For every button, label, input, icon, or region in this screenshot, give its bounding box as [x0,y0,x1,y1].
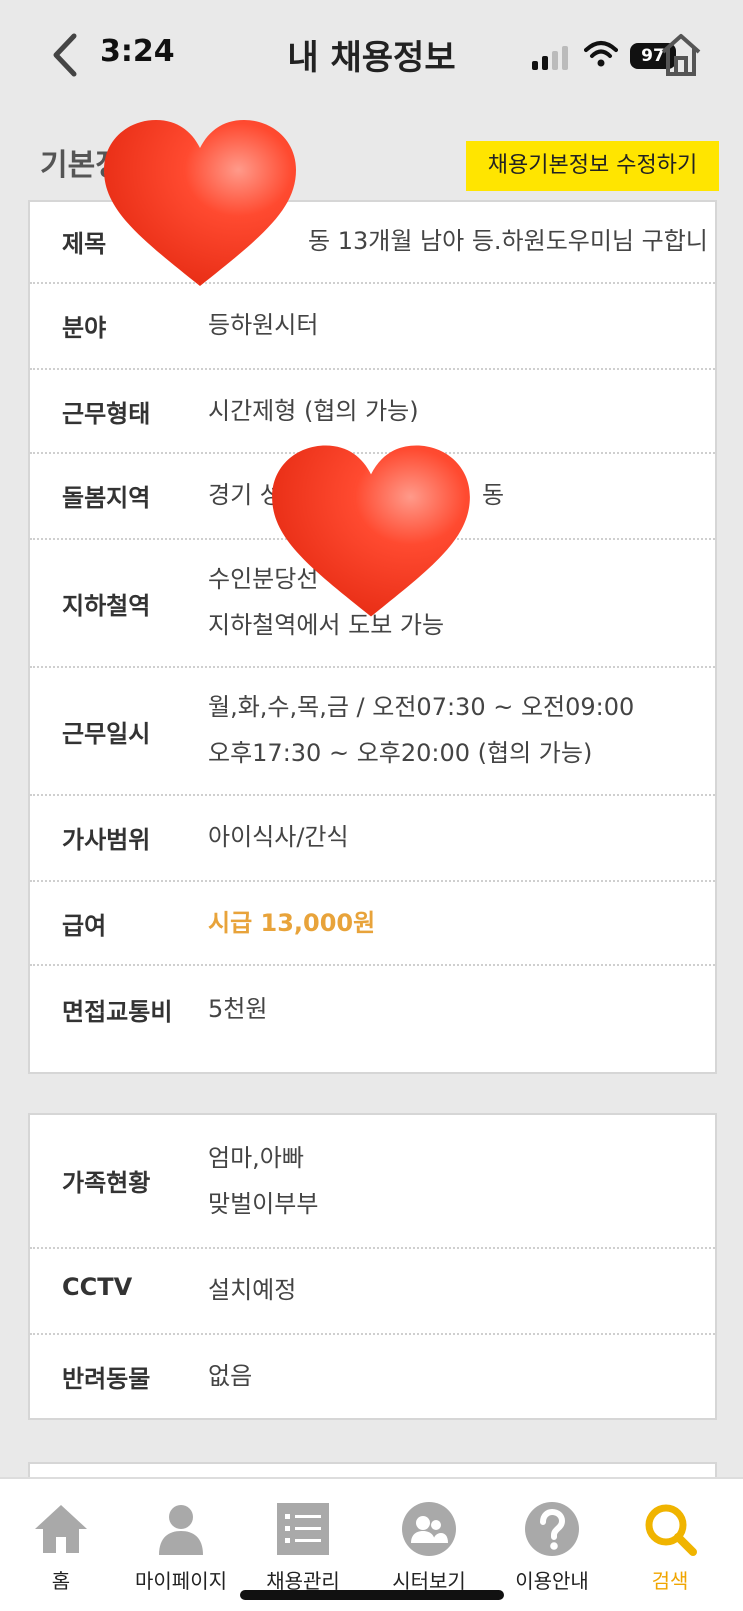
row-label: 근무일시 [62,720,151,748]
family-info-card: 가족현황 엄마,아빠 맞벌이부부 CCTV 설치예정 반려동물 없음 [28,1113,717,1420]
row-label: 돌봄지역 [62,484,151,512]
search-icon [645,1504,697,1556]
salary-value: 시급 13,000원 [208,909,376,937]
person-icon [159,1505,203,1555]
home-icon [35,1505,87,1553]
tab-label: 마이페이지 [135,1569,227,1593]
row-label: 반려동물 [62,1365,151,1393]
row-label: 가족현황 [62,1169,151,1197]
tab-recruit-manage[interactable]: 채용관리 [243,1501,363,1601]
row-label: CCTV [62,1273,133,1301]
row-label: 지하철역 [62,592,151,620]
row-value-line2: 맞벌이부부 [208,1190,319,1218]
row-value-line2: 오후17:30 ~ 오후20:00 (협의 가능) [208,739,593,767]
tab-home[interactable]: 홈 [1,1501,121,1601]
basic-info-card: 제목 동 13개월 남아 등.하원도우미님 구합니다 분야 등하원시터 근무형태… [28,200,717,1074]
row-value: 설치예정 [208,1276,297,1304]
home-indicator [240,1590,504,1600]
tab-label: 홈 [51,1569,71,1593]
signal-icon [532,46,568,70]
row-label: 면접교통비 [62,998,173,1026]
wifi-icon [584,41,618,67]
row-label: 근무형태 [62,400,151,428]
row-value: 시간제형 (협의 가능) [208,397,419,425]
home-icon[interactable] [660,30,702,78]
info-row-housework: 가사범위 아이식사/간식 [30,796,715,882]
info-row-pets: 반려동물 없음 [30,1335,715,1419]
row-value-tail: 동 [482,481,505,509]
row-value: 없음 [208,1362,253,1390]
header-bar: 3:24 내 채용정보 97 [0,0,743,110]
row-value: 등하원시터 [208,311,319,339]
list-icon [277,1503,329,1555]
row-value-line1: 엄마,아빠 [208,1144,304,1172]
heart-sticker [104,120,296,286]
heart-sticker [272,445,470,617]
row-value: 동 13개월 남아 등.하원도우미님 구합니다 [308,227,705,255]
info-row-cctv: CCTV 설치예정 [30,1249,715,1335]
tab-mypage[interactable]: 마이페이지 [121,1501,241,1601]
tab-label: 이용안내 [515,1569,589,1593]
tab-label: 검색 [651,1569,689,1593]
info-row-interview-fee: 면접교통비 5천원 [30,966,715,1072]
row-value-line1: 월,화,수,목,금 / 오전07:30 ~ 오전09:00 [208,693,635,721]
info-row-field: 분야 등하원시터 [30,284,715,370]
row-label: 가사범위 [62,826,151,854]
row-label: 급여 [62,912,107,940]
edit-basic-info-button[interactable]: 채용기본정보 수정하기 [466,141,719,191]
info-row-family: 가족현황 엄마,아빠 맞벌이부부 [30,1115,715,1249]
row-label: 분야 [62,314,107,342]
question-icon [525,1502,579,1556]
row-value: 아이식사/간식 [208,823,349,851]
row-value: 5천원 [208,995,268,1023]
info-row-schedule: 근무일시 월,화,수,목,금 / 오전07:30 ~ 오전09:00 오후17:… [30,668,715,796]
people-icon [402,1502,456,1556]
tab-search[interactable]: 검색 [610,1501,730,1601]
tab-sitters[interactable]: 시터보기 [369,1501,489,1601]
tab-guide[interactable]: 이용안내 [492,1501,612,1601]
info-row-salary: 급여 시급 13,000원 [30,882,715,966]
